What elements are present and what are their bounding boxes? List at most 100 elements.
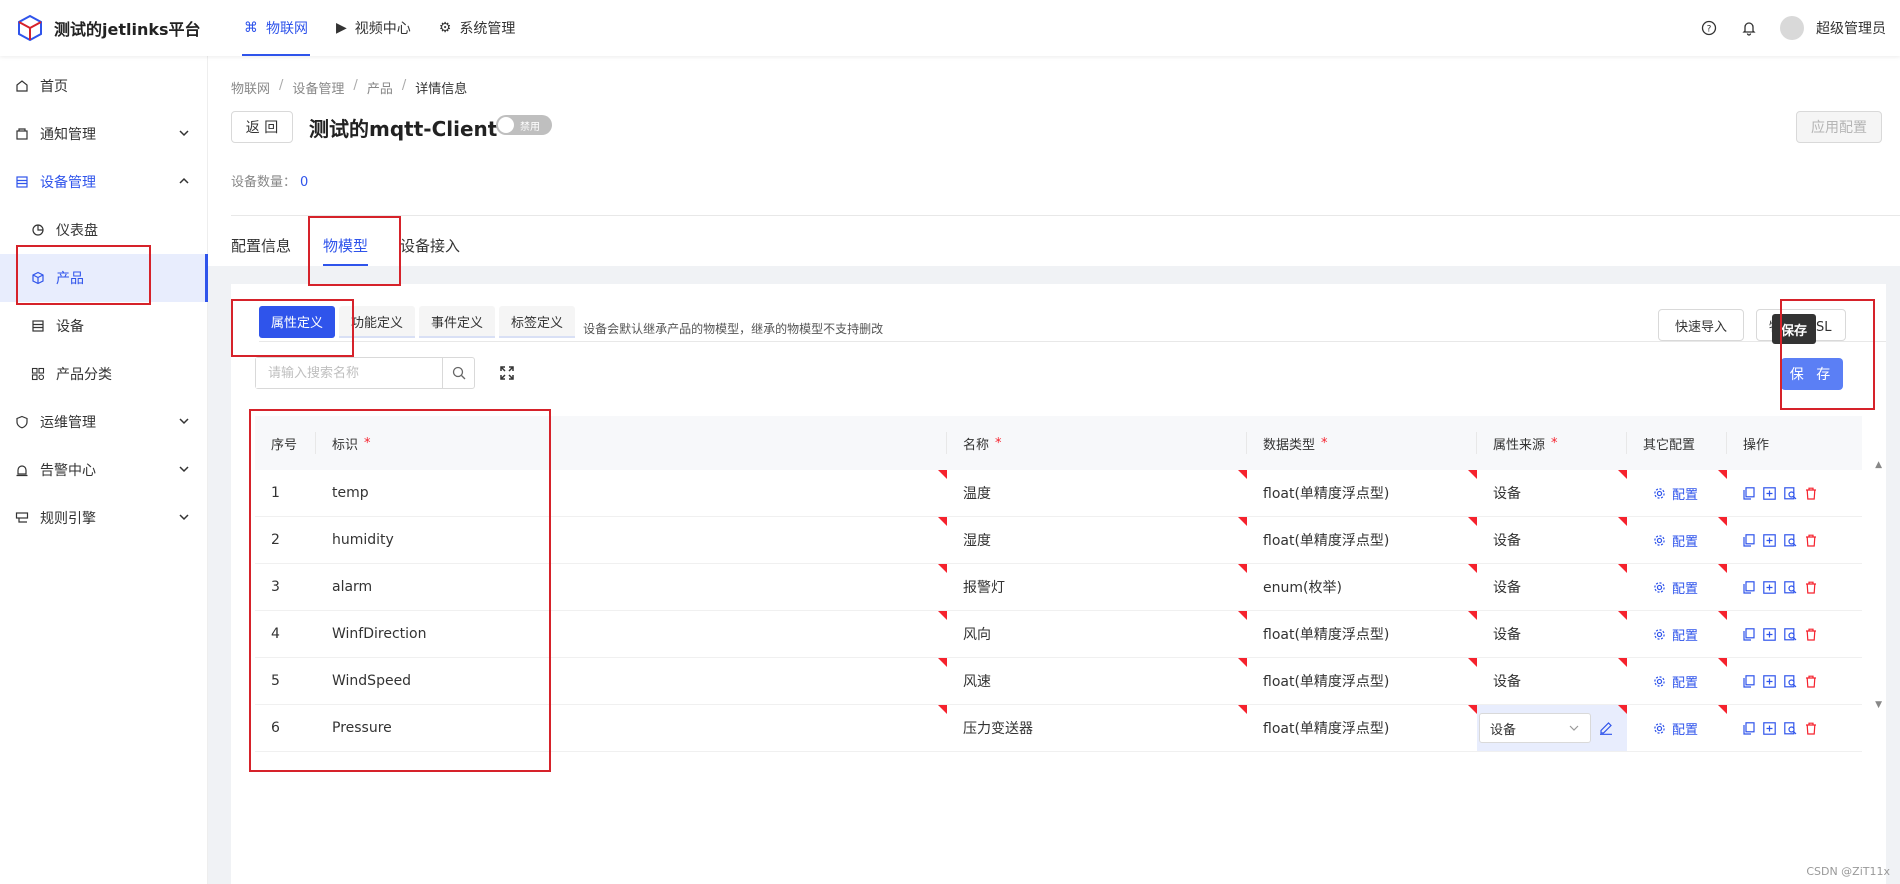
sidebar-item-home[interactable]: 首页 bbox=[0, 62, 207, 110]
delete-icon[interactable] bbox=[1805, 487, 1817, 500]
add-icon[interactable] bbox=[1763, 580, 1776, 594]
back-button[interactable]: 返 回 bbox=[231, 111, 293, 143]
cell-name-text: 风速 bbox=[963, 674, 991, 690]
add-icon[interactable] bbox=[1763, 721, 1776, 735]
annotation-box-identifier-col bbox=[249, 409, 551, 772]
copy-icon[interactable] bbox=[1743, 533, 1755, 547]
topnav-iot[interactable]: ⌘ 物联网 bbox=[230, 0, 322, 56]
view-icon[interactable] bbox=[1784, 627, 1797, 641]
cell-source[interactable]: 设备 bbox=[1477, 470, 1627, 516]
search-input[interactable] bbox=[256, 358, 442, 388]
topnav-video[interactable]: ▶ 视频中心 bbox=[322, 0, 425, 56]
add-icon[interactable] bbox=[1763, 674, 1776, 688]
view-icon[interactable] bbox=[1784, 486, 1797, 500]
config-link[interactable]: 配置 bbox=[1643, 672, 1698, 691]
help-icon[interactable]: ? bbox=[1700, 19, 1718, 37]
cell-source[interactable]: 设备 bbox=[1477, 658, 1627, 704]
sidebar-item-device-mgmt[interactable]: 设备管理 bbox=[0, 158, 207, 206]
gear-icon bbox=[1654, 581, 1665, 593]
fullscreen-icon[interactable] bbox=[499, 365, 515, 381]
cell-source[interactable]: 设备 bbox=[1477, 564, 1627, 610]
bell-icon[interactable] bbox=[1740, 19, 1758, 37]
cell-data-type[interactable]: float(单精度浮点型) bbox=[1247, 658, 1477, 704]
dashboard-icon bbox=[30, 223, 46, 237]
cell-data-type[interactable]: enum(枚举) bbox=[1247, 564, 1477, 610]
copy-icon[interactable] bbox=[1743, 627, 1755, 641]
edit-pencil-icon[interactable] bbox=[1599, 721, 1613, 735]
device-count-value[interactable]: 0 bbox=[300, 175, 308, 190]
cell-name[interactable]: 风速 bbox=[947, 658, 1247, 704]
breadcrumb-item[interactable]: 设备管理 bbox=[292, 78, 344, 97]
username[interactable]: 超级管理员 bbox=[1816, 18, 1886, 38]
sidebar-item-notify[interactable]: 通知管理 bbox=[0, 110, 207, 158]
cell-name[interactable]: 温度 bbox=[947, 470, 1247, 516]
source-select[interactable]: 设备 bbox=[1479, 713, 1591, 743]
row-actions bbox=[1743, 627, 1825, 641]
delete-icon[interactable] bbox=[1805, 628, 1817, 641]
config-link[interactable]: 配置 bbox=[1643, 531, 1698, 550]
copy-icon[interactable] bbox=[1743, 486, 1755, 500]
sidebar-item-label: 设备 bbox=[56, 319, 84, 335]
view-icon[interactable] bbox=[1784, 674, 1797, 688]
scroll-up-icon[interactable]: ▲ bbox=[1875, 460, 1882, 470]
breadcrumb-item[interactable]: 产品 bbox=[367, 78, 393, 97]
cell-data-type[interactable]: float(单精度浮点型) bbox=[1247, 611, 1477, 657]
breadcrumb-separator: / bbox=[353, 78, 358, 93]
scroll-down-icon[interactable]: ▼ bbox=[1875, 700, 1882, 710]
sidebar-item-ops[interactable]: 运维管理 bbox=[0, 398, 207, 446]
sidebar-item-product-category[interactable]: 产品分类 bbox=[0, 350, 207, 398]
cell-data-type[interactable]: float(单精度浮点型) bbox=[1247, 705, 1477, 751]
add-icon[interactable] bbox=[1763, 627, 1776, 641]
config-link[interactable]: 配置 bbox=[1643, 719, 1698, 738]
cell-source[interactable]: 设备 bbox=[1477, 517, 1627, 563]
tab-tag-def[interactable]: 标签定义 bbox=[499, 306, 576, 338]
cell-data-type[interactable]: float(单精度浮点型) bbox=[1247, 517, 1477, 563]
delete-icon[interactable] bbox=[1805, 722, 1817, 735]
tab-event-def[interactable]: 事件定义 bbox=[419, 306, 496, 338]
sidebar-item-label: 产品分类 bbox=[56, 367, 112, 383]
breadcrumb-item[interactable]: 物联网 bbox=[231, 78, 270, 97]
view-icon[interactable] bbox=[1784, 580, 1797, 594]
cell-name[interactable]: 压力变送器 bbox=[947, 705, 1247, 751]
app-logo[interactable]: 测试的jetlinks平台 bbox=[0, 14, 230, 42]
device-count-label: 设备数量： bbox=[231, 175, 297, 190]
tab-device-access[interactable]: 设备接入 bbox=[400, 226, 460, 266]
copy-icon[interactable] bbox=[1743, 721, 1755, 735]
sidebar-item-alarm[interactable]: 告警中心 bbox=[0, 446, 207, 494]
quick-import-button[interactable]: 快速导入 bbox=[1658, 309, 1744, 341]
edit-marker bbox=[938, 611, 947, 620]
search-button[interactable] bbox=[442, 358, 474, 388]
cell-name[interactable]: 报警灯 bbox=[947, 564, 1247, 610]
config-link[interactable]: 配置 bbox=[1643, 625, 1698, 644]
sidebar-item-label: 仪表盘 bbox=[56, 223, 98, 239]
topnav-system[interactable]: ⚙ 系统管理 bbox=[425, 0, 530, 56]
breadcrumb-separator: / bbox=[279, 78, 284, 93]
config-link[interactable]: 配置 bbox=[1643, 578, 1698, 597]
sidebar-item-device[interactable]: 设备 bbox=[0, 302, 207, 350]
status-toggle[interactable]: 禁用 bbox=[496, 115, 552, 135]
cell-data-type[interactable]: float(单精度浮点型) bbox=[1247, 470, 1477, 516]
add-icon[interactable] bbox=[1763, 533, 1776, 547]
edit-marker bbox=[1618, 705, 1627, 714]
cell-source[interactable]: 设备 bbox=[1477, 705, 1627, 751]
config-label: 配置 bbox=[1672, 581, 1699, 597]
delete-icon[interactable] bbox=[1805, 581, 1817, 594]
cell-name[interactable]: 风向 bbox=[947, 611, 1247, 657]
add-icon[interactable] bbox=[1763, 486, 1776, 500]
cell-source[interactable]: 设备 bbox=[1477, 611, 1627, 657]
cell-source-text: 设备 bbox=[1493, 486, 1521, 502]
cell-name[interactable]: 湿度 bbox=[947, 517, 1247, 563]
delete-icon[interactable] bbox=[1805, 675, 1817, 688]
cell-source-text: 设备 bbox=[1493, 627, 1521, 643]
cell-source-text: 设备 bbox=[1493, 674, 1521, 690]
apply-config-button[interactable]: 应用配置 bbox=[1796, 111, 1882, 143]
delete-icon[interactable] bbox=[1805, 534, 1817, 547]
copy-icon[interactable] bbox=[1743, 674, 1755, 688]
view-icon[interactable] bbox=[1784, 721, 1797, 735]
avatar[interactable] bbox=[1780, 16, 1804, 40]
tab-config[interactable]: 配置信息 bbox=[231, 226, 291, 266]
config-link[interactable]: 配置 bbox=[1643, 484, 1698, 503]
copy-icon[interactable] bbox=[1743, 580, 1755, 594]
view-icon[interactable] bbox=[1784, 533, 1797, 547]
sidebar-item-rules[interactable]: 规则引擎 bbox=[0, 494, 207, 542]
